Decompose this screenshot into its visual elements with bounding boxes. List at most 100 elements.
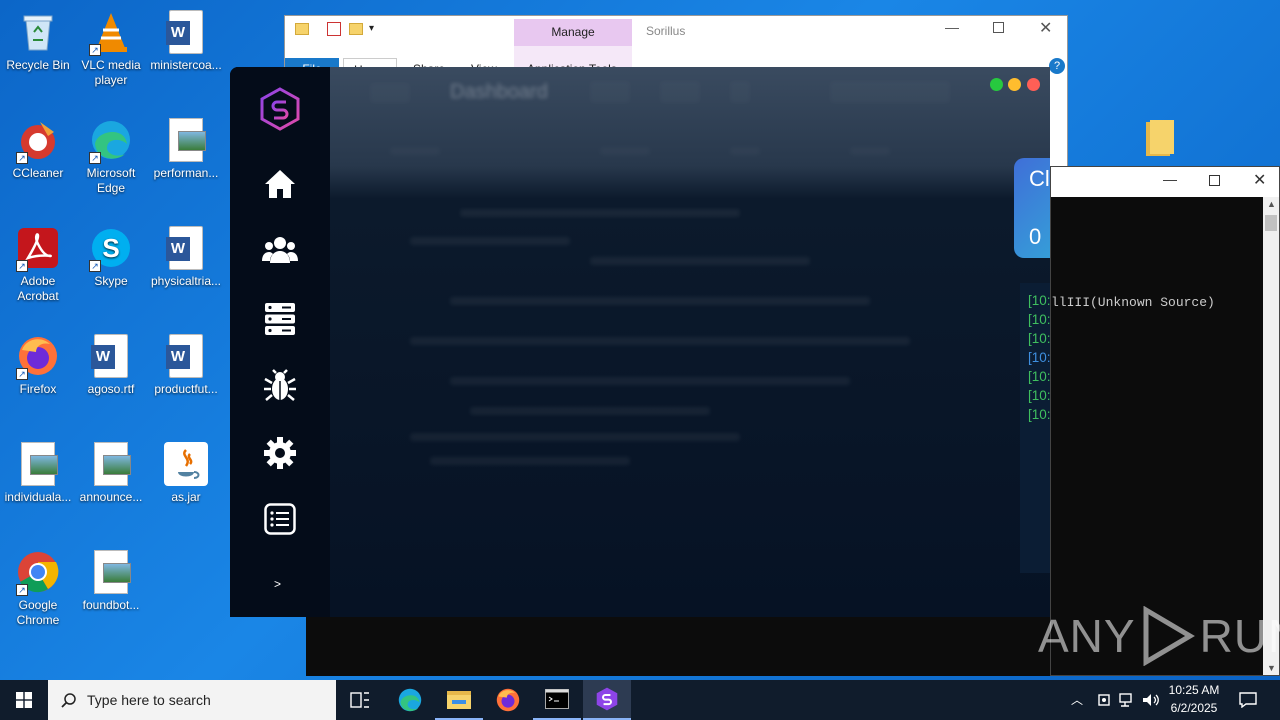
taskbar-file-explorer[interactable]: [435, 680, 483, 720]
taskbar-search[interactable]: Type here to search: [48, 680, 336, 720]
desktop-icon-label: Skype: [94, 274, 128, 288]
minimize-button[interactable]: —: [945, 19, 959, 35]
app-header: Dashboard: [330, 67, 1050, 187]
sidebar-expand-button[interactable]: >: [274, 577, 281, 591]
desktop-icon-foundbot[interactable]: foundbot...: [73, 544, 149, 613]
taskbar-firefox[interactable]: [484, 680, 532, 720]
clock-time[interactable]: 10:25 AM: [1165, 683, 1223, 697]
traffic-light-yellow[interactable]: [1008, 78, 1021, 91]
notification-icon[interactable]: [1239, 692, 1257, 708]
nav-servers[interactable]: [258, 297, 302, 341]
new-folder-icon[interactable]: [349, 23, 363, 35]
help-icon[interactable]: ?: [1049, 58, 1065, 74]
sorillus-icon: [596, 687, 618, 711]
edge-icon: [398, 688, 422, 712]
desktop-icon-microsoft-edge[interactable]: ↗ Microsoft Edge: [73, 112, 149, 196]
desktop-icon-skype[interactable]: S ↗ Skype: [73, 220, 149, 289]
taskbar-edge[interactable]: [386, 680, 434, 720]
traffic-light-red[interactable]: [1027, 78, 1040, 91]
scroll-up-arrow[interactable]: ▲: [1267, 199, 1276, 209]
firefox-icon: ↗: [16, 334, 60, 380]
start-button[interactable]: [0, 680, 48, 720]
security-icon[interactable]: [1097, 693, 1111, 707]
recycle-bin-icon: [16, 10, 60, 54]
taskbar-console[interactable]: [533, 680, 581, 720]
window-title: Sorillus: [646, 24, 686, 38]
nav-settings[interactable]: [258, 431, 302, 475]
desktop-icon-label: Adobe Acrobat: [17, 274, 59, 303]
ccleaner-icon: ↗: [16, 118, 60, 164]
desktop-icon-vlc[interactable]: ↗ VLC media player: [73, 4, 149, 88]
scroll-thumb[interactable]: [1265, 215, 1277, 231]
traffic-light-green[interactable]: [990, 78, 1003, 91]
show-hidden-icons[interactable]: ︿: [1071, 691, 1083, 708]
task-view-button[interactable]: [336, 680, 384, 720]
desktop-icon-ministercoa[interactable]: ministercoa...: [148, 4, 224, 73]
image-file-icon: [169, 118, 206, 162]
folder-icon: [447, 691, 471, 709]
desktop-icon-label: agoso.rtf: [87, 382, 135, 396]
image-file-icon: [94, 442, 131, 486]
desktop-icon-label: foundbot...: [82, 598, 140, 612]
console-scrollbar[interactable]: ▲ ▼: [1263, 197, 1279, 675]
desktop-icon-announce[interactable]: announce...: [73, 436, 149, 505]
desktop-icon-agoso[interactable]: agoso.rtf: [73, 328, 149, 397]
desktop-icon-label: ministercoa...: [150, 58, 222, 72]
vlc-icon: ↗: [89, 10, 133, 56]
folder-icon[interactable]: [1144, 118, 1176, 158]
desktop-icon-productfut[interactable]: productfut...: [148, 328, 224, 397]
anyrun-watermark: ANY RUN: [1038, 606, 1280, 666]
app-main: Dashboard Cl 0 [10 [10 [10 [10 [10 [10 […: [330, 67, 1050, 617]
clients-card[interactable]: Clients 0: [1014, 158, 1050, 258]
desktop-icon-physicaltria[interactable]: physicaltria...: [148, 220, 224, 289]
close-button[interactable]: ✕: [1039, 18, 1052, 38]
adobe-acrobat-icon: ↗: [16, 226, 60, 272]
log-line: [10:23:23] SUCCESS: [1028, 293, 1050, 308]
nav-logs[interactable]: [258, 497, 302, 541]
desktop-icon-recycle-bin[interactable]: Recycle Bin: [0, 4, 76, 73]
image-file-icon: [21, 442, 58, 486]
nav-clients[interactable]: [258, 228, 302, 272]
desktop-icon-label: individuala...: [4, 490, 72, 504]
close-button[interactable]: ✕: [1253, 170, 1266, 190]
word-document-icon: [166, 226, 203, 270]
desktop-icon-label: Microsoft Edge: [86, 166, 136, 195]
manage-tab[interactable]: Manage: [514, 19, 632, 46]
maximize-button[interactable]: [1209, 175, 1220, 186]
taskbar-sorillus[interactable]: [583, 680, 631, 720]
quick-access-dropdown-icon[interactable]: ▾: [369, 23, 374, 34]
desktop-icon-performan[interactable]: performan...: [148, 112, 224, 181]
volume-icon[interactable]: [1142, 693, 1160, 707]
sorillus-app-window[interactable]: > Dashboard Cl 0 [10 [10 [10 [10 [10 [10…: [230, 67, 1050, 617]
desktop-icon-individuala[interactable]: individuala...: [0, 436, 76, 505]
desktop-icon-firefox[interactable]: ↗ Firefox: [0, 328, 76, 397]
desktop-icon-google-chrome[interactable]: ↗ Google Chrome: [0, 544, 76, 628]
log-line: [10:25:00] SUCCESS: [1028, 407, 1050, 422]
network-icon[interactable]: [1119, 693, 1135, 707]
desktop-icon-ccleaner[interactable]: ↗ CCleaner: [0, 112, 76, 181]
console-window[interactable]: — ✕ llIII(Unknown Source) ▲ ▼: [1050, 166, 1280, 676]
desktop-icon-label: Recycle Bin: [6, 58, 70, 72]
bug-icon: [264, 369, 296, 401]
word-document-icon: [166, 10, 203, 54]
java-icon: [164, 442, 208, 486]
maximize-button[interactable]: [993, 22, 1004, 33]
clock-date[interactable]: 6/2/2025: [1165, 701, 1223, 715]
nav-home[interactable]: [258, 162, 302, 206]
users-icon: [262, 237, 298, 263]
minimize-button[interactable]: —: [1163, 171, 1177, 187]
log-line: [10:23:24] SUCCESS: [1028, 331, 1050, 346]
server-icon: [265, 303, 295, 335]
desktop-icon-label: as.jar: [171, 490, 201, 504]
nav-builder[interactable]: [258, 364, 302, 408]
desktop-icon-label: announce...: [79, 490, 143, 504]
desktop-icon-as-jar[interactable]: as.jar: [148, 436, 224, 505]
terminal-icon: [545, 689, 569, 709]
console-background: [306, 616, 1050, 676]
desktop-icon-adobe-acrobat[interactable]: ↗ Adobe Acrobat: [0, 220, 76, 304]
play-logo-icon: [1143, 606, 1195, 666]
properties-icon[interactable]: [327, 22, 341, 36]
desktop-icon-label: VLC media player: [81, 58, 141, 87]
clients-label: Clients: [1029, 166, 1050, 191]
log-line: [10:23:25] SUCCESS: [1028, 388, 1050, 403]
